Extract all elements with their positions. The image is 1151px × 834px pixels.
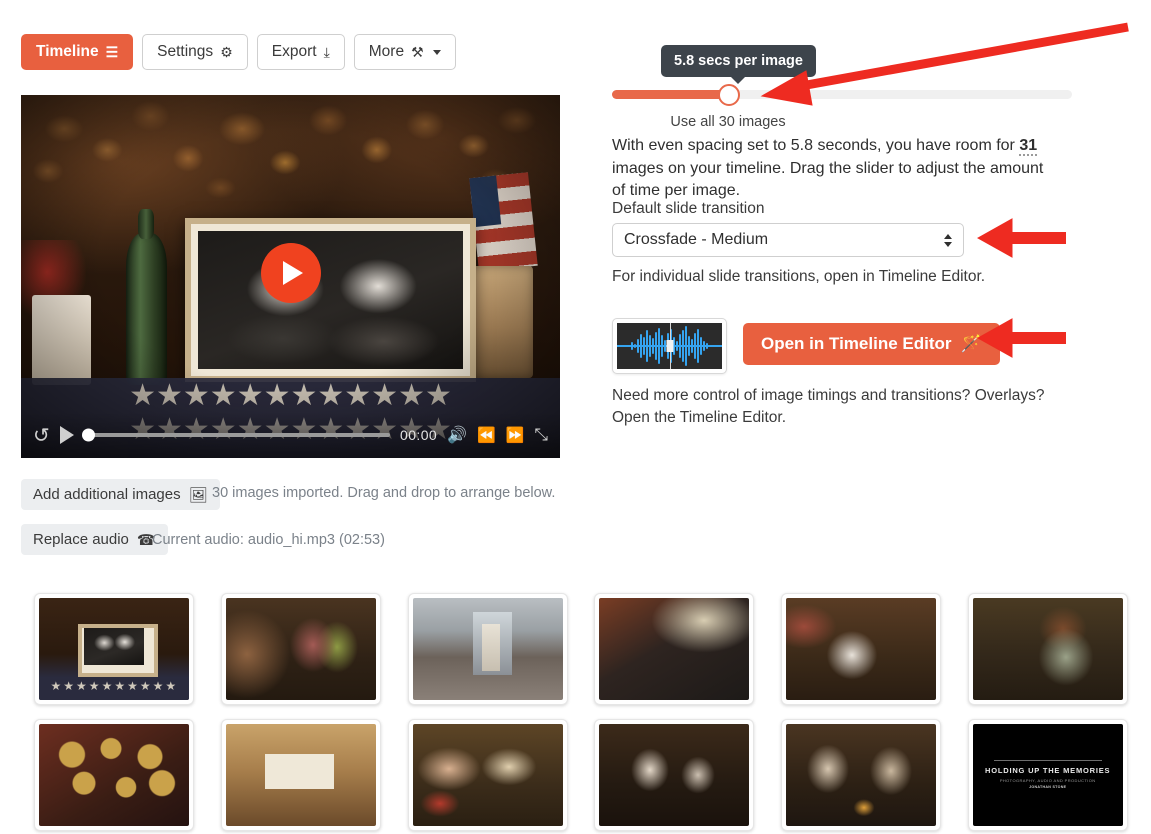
timing-description-post: images on your timeline. Drag the slider… [612,159,1044,200]
image-count-value: 31 [1019,137,1038,156]
progress-scrubber[interactable] [81,428,391,442]
open-timeline-editor-button[interactable]: Open in Timeline Editor 🪄 [743,323,1000,365]
replay-icon[interactable]: ↺ [33,423,50,448]
download-icon: ⤓ [323,44,330,60]
thumb-two-women-table[interactable] [581,712,768,834]
thumb-wooden-box[interactable] [208,712,395,834]
export-button-label: Export [271,43,317,61]
editor-note: Need more control of image timings and t… [612,385,1060,429]
thumb-smiling-woman-shelves[interactable] [954,586,1141,711]
slider-fill [612,90,730,99]
transition-label: Default slide transition [612,200,765,217]
audio-waveform-thumbnail[interactable] [612,318,727,374]
timing-description: With even spacing set to 5.8 seconds, yo… [612,135,1060,203]
fullscreen-icon[interactable]: ⤡ [534,425,548,445]
thumb-porch-woman[interactable] [394,586,581,711]
thumb-title-card[interactable]: HOLDING UP THE MEMORIES PHOTOGRAPHY, AUD… [954,712,1141,834]
settings-button[interactable]: Settings ⚙ [142,34,248,70]
thumbnail-row: ★★★★★★★★★★★★★★★★★★★★ [21,586,1141,711]
slider-caption: Use all 30 images [670,114,786,130]
scrubber-handle[interactable] [81,428,95,442]
title-card-content: HOLDING UP THE MEMORIES PHOTOGRAPHY, AUD… [973,760,1123,789]
hamburger-icon: ☰ [105,44,119,60]
thumb-women-dining[interactable] [768,712,955,834]
timeline-button-label: Timeline [36,43,99,61]
thumb-framed-portrait[interactable]: ★★★★★★★★★★★★★★★★★★★★ [21,586,208,711]
slider-handle[interactable] [718,83,741,106]
timeline-button[interactable]: Timeline ☰ [21,34,134,70]
chevron-down-icon [432,49,441,55]
magic-wand-icon: 🪄 [960,334,982,353]
replace-audio-button[interactable]: Replace audio ☎ [21,524,168,555]
current-time-label: 00:00 [400,427,438,443]
open-timeline-editor-label: Open in Timeline Editor [761,334,952,353]
play-icon [283,260,303,285]
transition-select[interactable]: Crossfade - Medium [612,223,964,257]
thumb-cash-register[interactable] [581,586,768,711]
main-toolbar: Timeline ☰ Settings ⚙ Export ⤓ More ⚒ [21,34,456,70]
video-player[interactable]: ★★★★★★★★★★★★ ★★★★★★★★★★★★ ↺ 00:00 🔊 ⏪ ⏩ … [21,95,560,458]
volume-icon[interactable]: 🔊 [447,425,467,445]
thumbnail-row: HOLDING UP THE MEMORIES PHOTOGRAPHY, AUD… [21,712,1141,834]
transition-note: For individual slide transitions, open i… [612,268,986,285]
thumb-brass-buttons[interactable] [21,712,208,834]
thumb-store-counter-woman[interactable] [768,586,955,711]
images-imported-status: 30 images imported. Drag and drop to arr… [212,485,556,501]
slider-track[interactable] [612,83,1072,106]
tools-icon: ⚒ [411,44,424,60]
title-card-subtitle: PHOTOGRAPHY, AUDIO AND PRODUCTION [999,778,1096,783]
fast-forward-icon[interactable]: ⏩ [506,426,525,444]
current-audio-status: Current audio: audio_hi.mp3 (02:53) [152,532,385,548]
thumb-hands-holding-photo[interactable] [394,712,581,834]
image-icon: 🖼 [188,486,208,504]
select-arrows-icon [944,233,952,247]
title-card-title: HOLDING UP THE MEMORIES [985,766,1111,775]
more-button[interactable]: More ⚒ [353,34,456,70]
gear-icon: ⚙ [220,44,233,60]
seconds-per-image-slider[interactable]: Use all 30 images [612,83,1072,130]
image-thumbnail-grid: ★★★★★★★★★★★★★★★★★★★★ HOLDING UP THE MEMO… [21,586,1141,834]
play-icon[interactable] [59,426,74,444]
transition-selected-value: Crossfade - Medium [624,231,769,248]
rewind-icon[interactable]: ⏪ [477,426,496,444]
add-images-label: Add additional images [33,486,181,503]
editor-note-line1: Need more control of image timings and t… [612,387,1045,404]
play-overlay-button[interactable] [260,242,321,303]
title-card-credit: JONATHAN STONE [1029,785,1067,789]
player-controls: ↺ 00:00 🔊 ⏪ ⏩ ⤡ [21,412,560,458]
add-additional-images-button[interactable]: Add additional images 🖼 [21,479,220,510]
timing-description-pre: With even spacing set to 5.8 seconds, yo… [612,137,1020,154]
replace-audio-label: Replace audio [33,531,129,548]
export-button[interactable]: Export ⤓ [256,34,345,70]
editor-note-line2: Open the Timeline Editor. [612,409,787,426]
title-card-rule [993,760,1102,761]
settings-button-label: Settings [157,43,214,61]
waveform-playhead-marker [666,340,673,352]
slider-value-tooltip: 5.8 secs per image [661,45,816,77]
more-button-label: More [368,43,405,61]
thumb-shop-interior-people[interactable] [208,586,395,711]
timeline-builder-page: Timeline ☰ Settings ⚙ Export ⤓ More ⚒ ↺ … [0,0,1151,834]
